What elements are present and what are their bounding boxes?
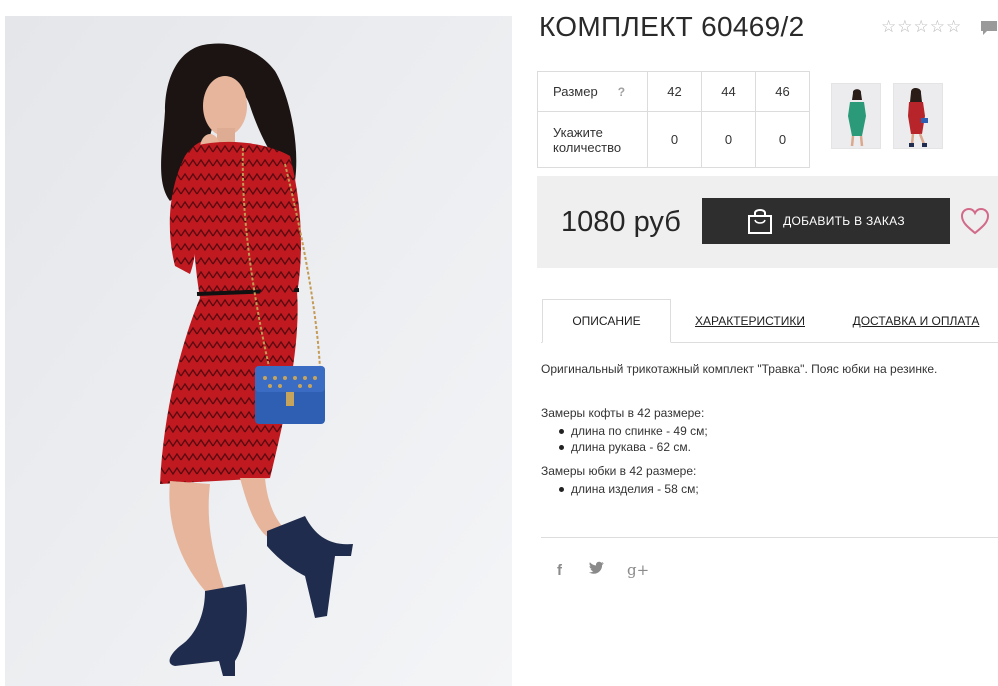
- shopping-bag-icon: [748, 209, 773, 234]
- description-intro: Оригинальный трикотажный комплект "Травк…: [541, 362, 938, 376]
- jacket-measurements-heading: Замеры кофты в 42 размере:: [541, 406, 705, 420]
- product-price: 1080 руб: [561, 206, 681, 238]
- list-item: длина изделия - 58 см;: [541, 481, 998, 497]
- skirt-measurements-list: длина изделия - 58 см;: [541, 481, 998, 497]
- quantity-label: Укажите количество: [537, 111, 648, 168]
- size-42[interactable]: 42: [647, 71, 702, 112]
- star-icon[interactable]: ☆: [881, 18, 896, 35]
- red-dress-thumbnail[interactable]: [893, 83, 943, 149]
- list-item: длина рукава - 62 см.: [541, 439, 998, 455]
- size-label: Размер: [553, 84, 598, 99]
- size-help-icon[interactable]: ?: [618, 85, 625, 99]
- skirt-measurements-heading: Замеры юбки в 42 размере:: [541, 464, 697, 478]
- thumbnail-image: [848, 89, 866, 147]
- rating-stars[interactable]: ☆ ☆ ☆ ☆ ☆: [881, 18, 961, 35]
- heart-icon[interactable]: [960, 207, 990, 235]
- product-description: Оригинальный трикотажный комплект "Травк…: [541, 361, 998, 497]
- model-illustration: [5, 16, 512, 686]
- star-icon[interactable]: ☆: [946, 18, 961, 35]
- thumbnail-image: [908, 87, 928, 147]
- quantity-input-46[interactable]: 0: [755, 111, 810, 168]
- size-quantity-table: Размер? 42 44 46 Укажите количество 0 0 …: [537, 71, 810, 168]
- size-44[interactable]: 44: [701, 71, 756, 112]
- star-icon[interactable]: ☆: [897, 18, 912, 35]
- add-to-order-button[interactable]: ДОБАВИТЬ В ЗАКАЗ: [702, 198, 950, 244]
- facebook-icon[interactable]: f: [557, 562, 562, 579]
- main-product-photo[interactable]: [5, 16, 512, 686]
- twitter-icon[interactable]: [589, 561, 605, 575]
- list-item: длина по спинке - 49 см;: [541, 423, 998, 439]
- tab-description[interactable]: ОПИСАНИЕ: [542, 299, 671, 343]
- green-dress-thumbnail[interactable]: [831, 83, 881, 149]
- tab-characteristics[interactable]: ХАРАКТЕРИСТИКИ: [690, 299, 810, 343]
- divider: [541, 537, 998, 538]
- quantity-input-44[interactable]: 0: [701, 111, 756, 168]
- jacket-measurements-list: длина по спинке - 49 см; длина рукава - …: [541, 423, 998, 455]
- star-icon[interactable]: ☆: [914, 18, 929, 35]
- star-icon[interactable]: ☆: [930, 18, 945, 35]
- add-to-order-label: ДОБАВИТЬ В ЗАКАЗ: [783, 214, 905, 228]
- quantity-input-42[interactable]: 0: [647, 111, 702, 168]
- price-panel: 1080 руб ДОБАВИТЬ В ЗАКАЗ: [537, 176, 998, 268]
- tab-delivery-payment[interactable]: ДОСТАВКА И ОПЛАТА: [851, 299, 981, 343]
- product-title: КОМПЛЕКТ 60469/2: [539, 11, 805, 42]
- google-plus-icon[interactable]: g+: [627, 561, 649, 579]
- size-46[interactable]: 46: [755, 71, 810, 112]
- comment-icon[interactable]: [980, 20, 998, 36]
